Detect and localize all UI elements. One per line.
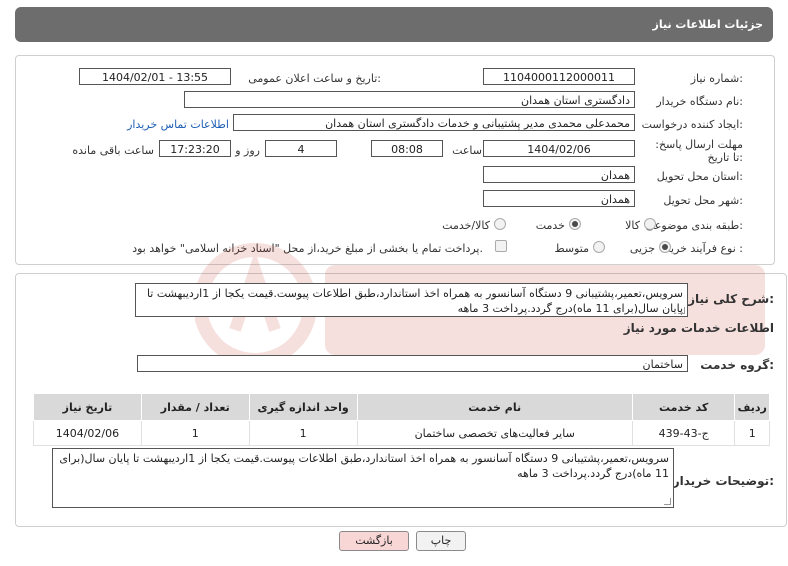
category-goods-label: کالا — [625, 219, 640, 232]
deadline-time-field: 08:08 — [371, 140, 443, 157]
city-field: همدان — [483, 190, 635, 207]
category-goods-service-label: کالا/خدمت — [442, 219, 490, 232]
remaining-time-field: 17:23:20 — [159, 140, 231, 157]
buyer-notes-text: سرویس،تعمیر،پشتیبانی 9 دستگاه آسانسور به… — [59, 452, 669, 480]
service-group-label: گروه خدمت: — [700, 358, 774, 372]
need-number-label: شماره نیاز: — [690, 72, 743, 85]
announce-datetime-field: 1404/02/01 - 13:55 — [79, 68, 231, 85]
table-header-row: ردیف کد خدمت نام خدمت واحد اندازه گیری ت… — [33, 393, 770, 421]
service-group-field: ساختمان — [137, 355, 688, 372]
category-goods-service-radio[interactable] — [494, 218, 506, 230]
province-label: استان محل تحویل: — [656, 170, 743, 183]
purchase-minor-label: جزیی — [629, 242, 655, 255]
treasury-note: پرداخت تمام یا بخشی از مبلغ خرید،از محل … — [132, 242, 483, 255]
col-unit: واحد اندازه گیری — [248, 393, 358, 421]
back-button[interactable]: بازگشت — [339, 531, 409, 551]
purchase-medium-radio[interactable] — [593, 241, 605, 253]
col-service-code: کد خدمت — [631, 393, 736, 421]
col-service-name: نام خدمت — [356, 393, 633, 421]
summary-textarea: سرویس،تعمیر،پشتیبانی 9 دستگاه آسانسور به… — [135, 283, 688, 317]
announce-datetime-label: تاریخ و ساعت اعلان عمومی: — [248, 72, 381, 85]
cell-need-date: 1404/02/06 — [33, 420, 142, 446]
table-row: 1 ج-43-439 سایر فعالیت‌های تخصصی ساختمان… — [33, 420, 770, 446]
buyer-notes-textarea: سرویس،تعمیر،پشتیبانی 9 دستگاه آسانسور به… — [52, 448, 674, 508]
buyer-notes-label: توضیحات خریدار: — [672, 474, 774, 488]
services-table: ردیف کد خدمت نام خدمت واحد اندازه گیری ت… — [33, 393, 770, 446]
need-number-field: 1104000112000011 — [483, 68, 635, 85]
col-row-number: ردیف — [734, 393, 770, 421]
category-service-label: خدمت — [535, 219, 565, 232]
remaining-time-label: ساعت باقی مانده — [72, 144, 154, 157]
col-need-date: تاریخ نیاز — [33, 393, 142, 421]
page-title: جزئیات اطلاعات نیاز — [652, 18, 764, 31]
deadline-time-label: ساعت — [452, 144, 482, 157]
buyer-contact-link[interactable]: اطلاعات تماس خریدار — [127, 118, 229, 131]
col-quantity: تعداد / مقدار — [140, 393, 250, 421]
category-label: طبقه بندی موضوعی: — [645, 219, 743, 232]
purchase-minor-radio[interactable] — [659, 241, 671, 253]
summary-text: سرویس،تعمیر،پشتیبانی 9 دستگاه آسانسور به… — [146, 287, 683, 315]
purchase-type-label: نوع فرآیند خرید : — [665, 242, 743, 255]
deadline-label: مهلت ارسال پاسخ: تا تاریخ: — [655, 138, 743, 164]
cell-unit: 1 — [248, 420, 358, 446]
cell-row-number: 1 — [734, 420, 770, 446]
remaining-days-label: روز و — [235, 144, 260, 157]
cell-service-name: سایر فعالیت‌های تخصصی ساختمان — [356, 420, 633, 446]
summary-label: شرح کلی نیاز: — [688, 292, 774, 306]
category-service-radio[interactable] — [569, 218, 581, 230]
cell-service-code: ج-43-439 — [631, 420, 736, 446]
remaining-days-field: 4 — [265, 140, 337, 157]
resize-grip-icon[interactable] — [678, 307, 685, 314]
resize-grip-icon[interactable] — [664, 498, 671, 505]
category-goods-radio[interactable] — [644, 218, 656, 230]
print-button[interactable]: چاپ — [416, 531, 466, 551]
requester-field: محمدعلی محمدی مدیر پشتیبانی و خدمات دادگ… — [233, 114, 635, 131]
city-label: شهر محل تحویل: — [663, 194, 743, 207]
deadline-date-field: 1404/02/06 — [483, 140, 635, 157]
buyer-org-field: دادگستری استان همدان — [184, 91, 635, 108]
services-title: اطلاعات خدمات مورد نیاز — [623, 321, 774, 335]
cell-quantity: 1 — [140, 420, 250, 446]
requester-label: ایجاد کننده درخواست: — [641, 118, 743, 131]
buyer-org-label: نام دستگاه خریدار: — [656, 95, 743, 108]
treasury-checkbox[interactable] — [495, 240, 507, 252]
page-header: جزئیات اطلاعات نیاز — [15, 7, 773, 42]
province-field: همدان — [483, 166, 635, 183]
purchase-medium-label: متوسط — [554, 242, 589, 255]
